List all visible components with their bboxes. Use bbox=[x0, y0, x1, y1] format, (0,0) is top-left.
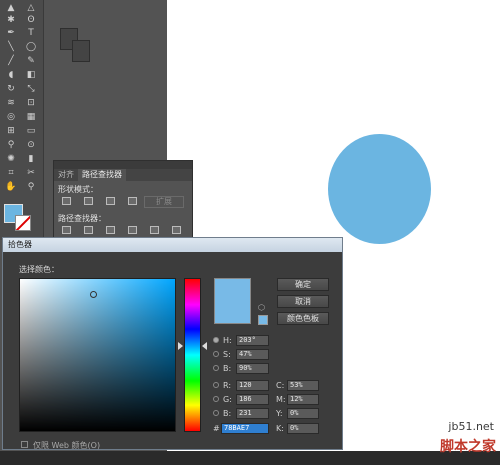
blue-field[interactable]: 231 bbox=[236, 408, 269, 419]
zoom-tool-icon[interactable]: ⚲ bbox=[23, 181, 39, 193]
minus-back-icon[interactable] bbox=[172, 226, 181, 234]
yellow-field[interactable]: 0% bbox=[287, 408, 319, 419]
trim-icon[interactable] bbox=[84, 226, 93, 234]
minus-front-icon[interactable] bbox=[84, 197, 93, 205]
crop-icon[interactable] bbox=[128, 226, 137, 234]
artboard-tool-icon[interactable]: ⌗ bbox=[3, 167, 19, 179]
expand-button[interactable]: 扩展 bbox=[144, 196, 184, 208]
collapsed-panel-icons[interactable] bbox=[60, 28, 94, 70]
green-field[interactable]: 186 bbox=[236, 394, 269, 405]
unite-icon[interactable] bbox=[62, 197, 71, 205]
tab-pathfinder[interactable]: 路径查找器 bbox=[78, 169, 126, 181]
shape-modes-label: 形状模式： bbox=[58, 185, 98, 194]
cyan-field[interactable]: 53% bbox=[287, 380, 319, 391]
magenta-label: M: bbox=[276, 395, 286, 404]
selection-tool-icon[interactable]: ▲ bbox=[3, 2, 19, 14]
saturation-brightness-field[interactable] bbox=[19, 278, 176, 432]
red-radio[interactable] bbox=[213, 382, 219, 388]
intersect-icon[interactable] bbox=[106, 197, 115, 205]
color-field-cursor[interactable] bbox=[90, 291, 97, 298]
hue-radio[interactable] bbox=[213, 337, 219, 343]
scale-tool-icon[interactable]: ⤡ bbox=[23, 83, 39, 95]
direct-selection-tool-icon[interactable]: △ bbox=[23, 2, 39, 14]
column-graph-tool-icon[interactable]: ▮ bbox=[23, 153, 39, 165]
hex-label: # bbox=[213, 424, 220, 433]
brightness-field[interactable]: 90% bbox=[236, 363, 269, 374]
hue-slider-handle-right-icon[interactable] bbox=[202, 342, 207, 350]
saturation-radio[interactable] bbox=[213, 351, 219, 357]
panel-topbar[interactable] bbox=[54, 161, 192, 169]
stroke-color-swatch[interactable] bbox=[15, 215, 31, 231]
document-icon[interactable] bbox=[72, 40, 90, 62]
cancel-button[interactable]: 取消 bbox=[277, 295, 329, 308]
web-only-label: 仅限 Web 颜色(O) bbox=[33, 441, 101, 450]
web-safe-color-swatch[interactable] bbox=[258, 315, 268, 325]
brightness-radio[interactable] bbox=[213, 365, 219, 371]
magic-wand-tool-icon[interactable]: ✱ bbox=[3, 14, 19, 26]
green-radio[interactable] bbox=[213, 396, 219, 402]
pencil-tool-icon[interactable]: ✎ bbox=[23, 55, 39, 67]
type-tool-icon[interactable]: T bbox=[23, 27, 39, 39]
blue-radio[interactable] bbox=[213, 410, 219, 416]
hex-field[interactable]: 78BAE7 bbox=[221, 423, 269, 434]
mesh-tool-icon[interactable]: ⊞ bbox=[3, 125, 19, 137]
paintbrush-tool-icon[interactable]: ╱ bbox=[3, 55, 19, 67]
out-of-web-gamut-cube-icon[interactable]: ⬡ bbox=[258, 304, 266, 312]
dialog-body: 选择颜色： ⬡ 确定 取消 颜色色板 H: 203° S: 47% B: 90% bbox=[3, 252, 342, 450]
tools-panel: ▲ △ ✱ ʘ ✒ T ╲ ◯ ╱ ✎ ◖ ◧ ↻ ⤡ ≋ ⊡ ◎ ▦ ⊞ ▭ … bbox=[0, 0, 44, 240]
green-label: G: bbox=[223, 395, 232, 404]
lasso-tool-icon[interactable]: ʘ bbox=[23, 14, 39, 26]
ellipse-tool-icon[interactable]: ◯ bbox=[23, 41, 39, 53]
red-label: R: bbox=[223, 381, 232, 390]
magenta-field[interactable]: 12% bbox=[287, 394, 319, 405]
symbol-sprayer-tool-icon[interactable]: ✺ bbox=[3, 153, 19, 165]
pen-tool-icon[interactable]: ✒ bbox=[3, 27, 19, 39]
shape-builder-tool-icon[interactable]: ◎ bbox=[3, 111, 19, 123]
select-color-label: 选择颜色： bbox=[19, 265, 59, 274]
merge-icon[interactable] bbox=[106, 226, 115, 234]
watermark-url: jb51.net bbox=[448, 420, 494, 433]
yellow-label: Y: bbox=[276, 409, 283, 418]
color-swatches-button[interactable]: 颜色色板 bbox=[277, 312, 329, 325]
tab-align[interactable]: 对齐 bbox=[54, 169, 78, 181]
web-only-checkbox[interactable] bbox=[21, 441, 28, 448]
saturation-label: S: bbox=[223, 350, 231, 359]
black-field[interactable]: 0% bbox=[287, 423, 319, 434]
blend-tool-icon[interactable]: ⊙ bbox=[23, 139, 39, 151]
watermark-site-name: 脚本之家 bbox=[440, 439, 496, 455]
dialog-titlebar[interactable]: 拾色器 bbox=[3, 238, 342, 252]
hue-field[interactable]: 203° bbox=[236, 335, 269, 346]
outline-icon[interactable] bbox=[150, 226, 159, 234]
hue-slider[interactable] bbox=[184, 278, 201, 432]
hue-label: H: bbox=[223, 336, 232, 345]
panel-tabs: 对齐 路径查找器 bbox=[54, 169, 192, 181]
new-color-preview bbox=[214, 278, 251, 324]
color-picker-dialog: 拾色器 选择颜色： ⬡ 确定 取消 颜色色板 H: 203° S: 47% B:… bbox=[2, 237, 343, 450]
pathfinder-panel: 对齐 路径查找器 形状模式： 扩展 路径查找器： bbox=[53, 160, 193, 240]
bottom-edge bbox=[0, 451, 500, 465]
eyedropper-tool-icon[interactable]: ⚲ bbox=[3, 139, 19, 151]
rotate-tool-icon[interactable]: ↻ bbox=[3, 83, 19, 95]
cyan-label: C: bbox=[276, 381, 285, 390]
slice-tool-icon[interactable]: ✂ bbox=[23, 167, 39, 179]
divide-icon[interactable] bbox=[62, 226, 71, 234]
brightness-label: B: bbox=[223, 364, 232, 373]
free-transform-tool-icon[interactable]: ⊡ bbox=[23, 97, 39, 109]
red-field[interactable]: 120 bbox=[236, 380, 269, 391]
gradient-tool-icon[interactable]: ▭ bbox=[23, 125, 39, 137]
perspective-grid-tool-icon[interactable]: ▦ bbox=[23, 111, 39, 123]
saturation-field[interactable]: 47% bbox=[236, 349, 269, 360]
blue-ellipse-shape[interactable] bbox=[328, 134, 431, 244]
hue-slider-handle-left-icon[interactable] bbox=[178, 342, 183, 350]
blue-label: B: bbox=[223, 409, 232, 418]
blob-brush-tool-icon[interactable]: ◖ bbox=[3, 69, 19, 81]
width-tool-icon[interactable]: ≋ bbox=[3, 97, 19, 109]
pathfinders-label: 路径查找器： bbox=[58, 214, 106, 223]
hand-tool-icon[interactable]: ✋ bbox=[3, 181, 19, 193]
ok-button[interactable]: 确定 bbox=[277, 278, 329, 291]
black-label: K: bbox=[276, 424, 284, 433]
line-tool-icon[interactable]: ╲ bbox=[3, 41, 19, 53]
eraser-tool-icon[interactable]: ◧ bbox=[23, 69, 39, 81]
exclude-icon[interactable] bbox=[128, 197, 137, 205]
